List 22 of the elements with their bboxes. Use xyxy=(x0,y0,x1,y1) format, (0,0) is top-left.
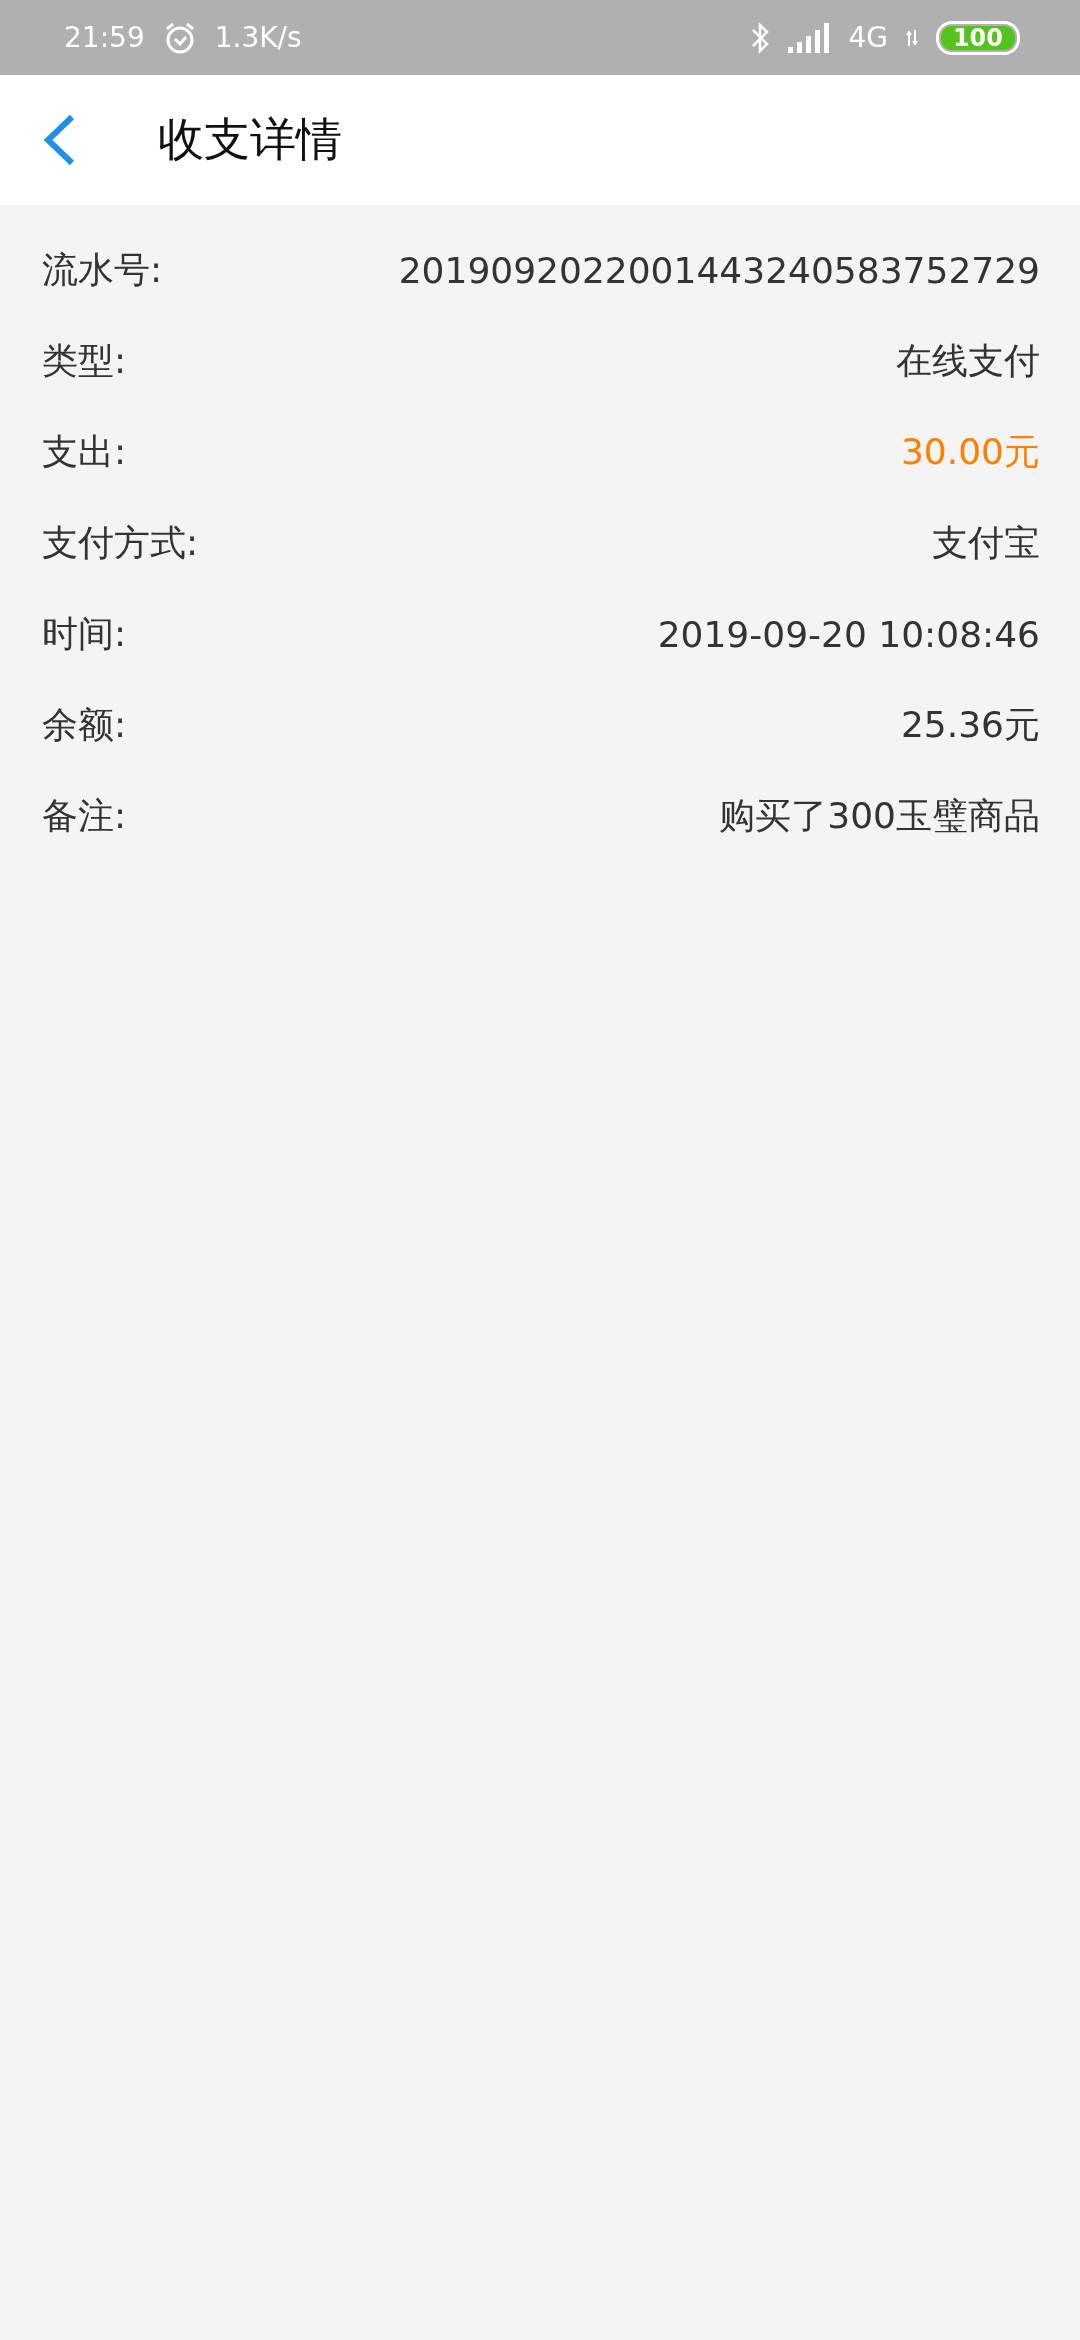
battery-indicator: 100 xyxy=(935,20,1020,55)
status-time: 21:59 xyxy=(64,21,145,54)
field-label: 流水号: xyxy=(42,248,163,292)
field-label: 支出: xyxy=(42,430,127,474)
field-value: 30.00元 xyxy=(900,430,1040,474)
field-value: 2019-09-20 10:08:46 xyxy=(657,614,1040,655)
field-label: 余额: xyxy=(42,703,127,747)
signal-icon xyxy=(788,22,831,53)
field-value: 2019092022001443240583752729 xyxy=(398,250,1040,291)
page-title: 收支详情 xyxy=(158,111,342,168)
field-label: 时间: xyxy=(42,612,127,656)
field-value: 购买了300玉璧商品 xyxy=(719,794,1040,838)
field-value: 在线支付 xyxy=(896,339,1040,383)
network-speed: 1.3K/s xyxy=(214,21,302,54)
field-value: 支付宝 xyxy=(932,521,1040,565)
field-label: 支付方式: xyxy=(42,521,199,565)
field-value: 25.36元 xyxy=(900,703,1040,747)
data-arrows-icon xyxy=(905,29,918,46)
network-type: 4G xyxy=(848,21,888,54)
field-label: 类型: xyxy=(42,339,127,383)
field-label: 备注: xyxy=(42,794,127,838)
bluetooth-icon xyxy=(750,20,771,55)
